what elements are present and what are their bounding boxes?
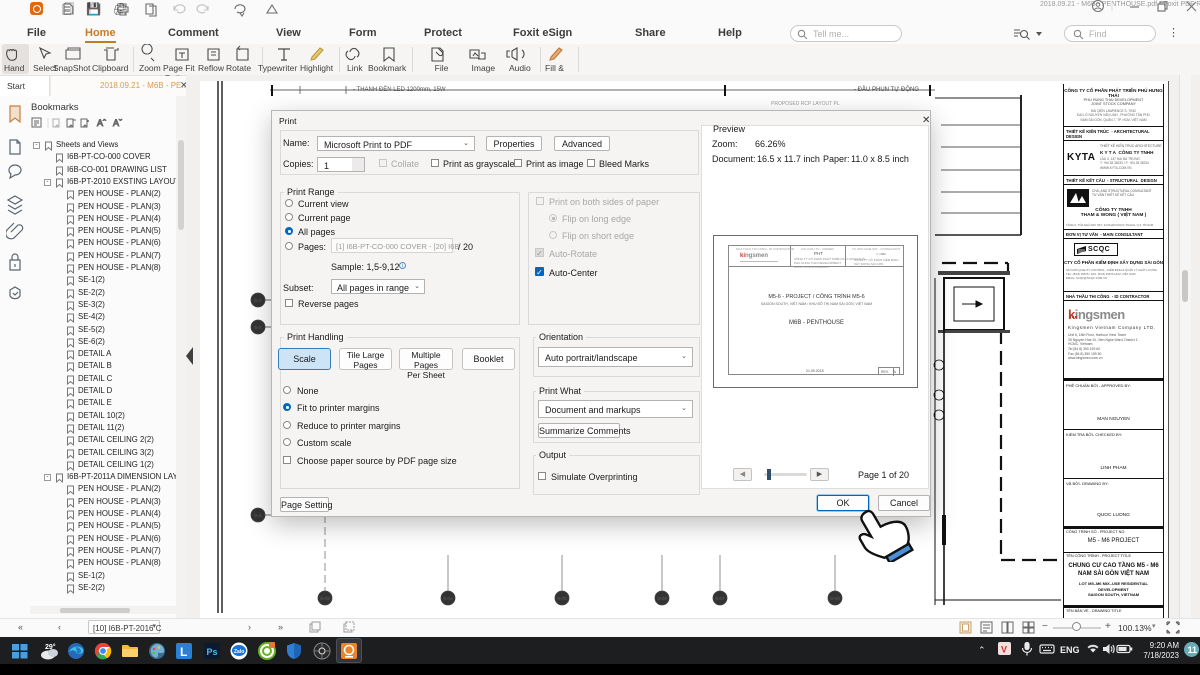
svg-text:Aˇ: Aˇ bbox=[113, 118, 122, 128]
svg-text:Aˆ: Aˆ bbox=[97, 118, 106, 128]
svg-text:B-07: B-07 bbox=[715, 596, 725, 601]
svg-text:L: L bbox=[180, 645, 187, 659]
svg-text:B-A: B-A bbox=[254, 513, 262, 518]
svg-text:Zalo: Zalo bbox=[234, 649, 244, 655]
svg-text:B-08: B-08 bbox=[830, 596, 840, 601]
svg-text:Ps: Ps bbox=[207, 647, 218, 657]
svg-text:B-05: B-05 bbox=[557, 596, 567, 601]
svg-text:B-B: B-B bbox=[254, 325, 262, 330]
svg-text:B-06: B-06 bbox=[657, 596, 667, 601]
svg-text:11: 11 bbox=[1188, 645, 1198, 655]
svg-text:B-C: B-C bbox=[254, 298, 263, 303]
svg-text:V: V bbox=[1001, 645, 1007, 655]
svg-text:B-04: B-04 bbox=[443, 596, 453, 601]
svg-text:B-03: B-03 bbox=[320, 596, 330, 601]
